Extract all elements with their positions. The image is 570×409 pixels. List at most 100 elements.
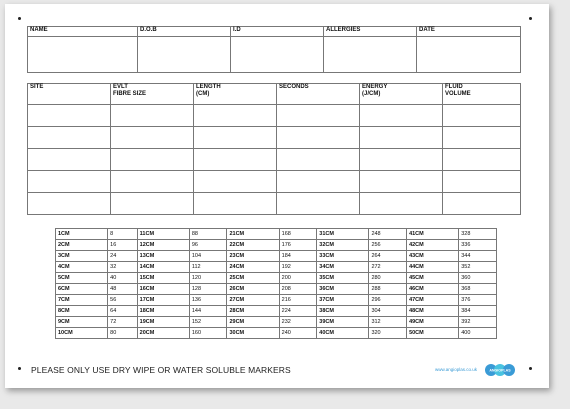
- length-cm-cell: 11CM: [136, 228, 190, 240]
- treatment-cell[interactable]: [276, 170, 360, 193]
- energy-value-cell: 368: [458, 283, 497, 295]
- energy-value-cell: 296: [368, 294, 408, 306]
- energy-value-cell: 216: [278, 294, 318, 306]
- treatment-cell[interactable]: [193, 192, 277, 215]
- energy-value-cell: 184: [278, 250, 318, 262]
- energy-value-cell: 240: [278, 327, 318, 339]
- length-energy-conversion-table: 1CM 8 11CM 88 21CM 168 31CM 248 41CM 328 2CM 16 12CM…: [54, 228, 497, 339]
- energy-value-cell: 80: [107, 327, 138, 339]
- length-cm-cell: 2CM: [54, 239, 109, 251]
- conversion-row: 3CM 24 13CM 104 23CM 184 33CM 264 43CM 344: [54, 250, 497, 262]
- length-cm-cell: 13CM: [136, 250, 190, 262]
- website-link[interactable]: www.angioplas.co.uk: [435, 367, 477, 372]
- treatment-table: SITE EVLT FIBRE SIZE LENGTH (CM) SECONDS ENERG…: [27, 83, 521, 215]
- treatment-row: [27, 104, 521, 127]
- treatment-cell[interactable]: [27, 192, 111, 215]
- treatment-header-line2: (J/CM): [362, 91, 381, 97]
- conversion-row: 8CM 64 18CM 144 28CM 224 38CM 304 48CM 384: [54, 305, 497, 317]
- energy-value-cell: 136: [188, 294, 228, 306]
- treatment-header-line1: FLUID: [445, 84, 463, 90]
- hole-marker-bottom-left: [18, 367, 21, 370]
- energy-value-cell: 72: [107, 316, 138, 328]
- conversion-row: 5CM 40 15CM 120 25CM 200 35CM 280 45CM 360: [54, 272, 497, 284]
- energy-value-cell: 200: [278, 272, 318, 284]
- conversion-row: 4CM 32 14CM 112 24CM 192 34CM 272 44CM 352: [54, 261, 497, 273]
- length-cm-cell: 25CM: [226, 272, 280, 284]
- length-cm-cell: 35CM: [316, 272, 370, 284]
- allergies-cell[interactable]: [323, 36, 417, 73]
- energy-value-cell: 288: [368, 283, 408, 295]
- dob-cell[interactable]: [137, 36, 231, 73]
- length-cm-cell: 5CM: [54, 272, 109, 284]
- energy-value-cell: 144: [188, 305, 228, 317]
- treatment-cell[interactable]: [442, 126, 521, 149]
- treatment-cell[interactable]: [110, 148, 194, 171]
- length-cm-cell: 3CM: [54, 250, 109, 262]
- header-date: DATE: [416, 26, 521, 37]
- whiteboard-sheet: NAME D.O.B I.D ALLERGIES DATE SITE EVLT FI…: [5, 4, 549, 388]
- length-cm-cell: 48CM: [406, 305, 460, 317]
- length-cm-cell: 20CM: [136, 327, 190, 339]
- energy-value-cell: 64: [107, 305, 138, 317]
- date-cell[interactable]: [416, 36, 521, 73]
- conversion-row: 10CM 80 20CM 160 30CM 240 40CM 320 50CM 400: [54, 327, 497, 339]
- treatment-cell[interactable]: [193, 170, 277, 193]
- treatment-cell[interactable]: [359, 170, 443, 193]
- conversion-row: 9CM 72 19CM 152 29CM 232 39CM 312 49CM 392: [54, 316, 497, 328]
- treatment-cell[interactable]: [27, 170, 111, 193]
- header-allergies: ALLERGIES: [323, 26, 417, 37]
- treatment-cell[interactable]: [442, 192, 521, 215]
- length-cm-cell: 43CM: [406, 250, 460, 262]
- treatment-cell[interactable]: [193, 104, 277, 127]
- treatment-cell[interactable]: [276, 192, 360, 215]
- treatment-cell[interactable]: [193, 126, 277, 149]
- treatment-cell[interactable]: [276, 126, 360, 149]
- energy-value-cell: 160: [188, 327, 228, 339]
- treatment-cell[interactable]: [276, 148, 360, 171]
- treatment-cell[interactable]: [442, 104, 521, 127]
- length-cm-cell: 30CM: [226, 327, 280, 339]
- length-cm-cell: 7CM: [54, 294, 109, 306]
- id-cell[interactable]: [230, 36, 324, 73]
- treatment-cell[interactable]: [110, 104, 194, 127]
- treatment-cell[interactable]: [359, 126, 443, 149]
- treatment-header-5: FLUID VOLUME: [442, 83, 521, 105]
- patient-header-row: NAME D.O.B I.D ALLERGIES DATE: [27, 26, 521, 37]
- energy-value-cell: 104: [188, 250, 228, 262]
- length-cm-cell: 14CM: [136, 261, 190, 273]
- length-cm-cell: 42CM: [406, 239, 460, 251]
- treatment-cell[interactable]: [359, 192, 443, 215]
- energy-value-cell: 96: [188, 239, 228, 251]
- conversion-row: 2CM 16 12CM 96 22CM 176 32CM 256 42CM 336: [54, 239, 497, 251]
- treatment-cell[interactable]: [359, 148, 443, 171]
- treatment-cell[interactable]: [442, 170, 521, 193]
- treatment-cell[interactable]: [27, 148, 111, 171]
- energy-value-cell: 256: [368, 239, 408, 251]
- name-cell[interactable]: [27, 36, 138, 73]
- treatment-header-row: SITE EVLT FIBRE SIZE LENGTH (CM) SECONDS ENERG…: [27, 83, 521, 105]
- energy-value-cell: 24: [107, 250, 138, 262]
- length-cm-cell: 50CM: [406, 327, 460, 339]
- energy-value-cell: 16: [107, 239, 138, 251]
- treatment-cell[interactable]: [27, 104, 111, 127]
- length-cm-cell: 6CM: [54, 283, 109, 295]
- length-cm-cell: 36CM: [316, 283, 370, 295]
- treatment-cell[interactable]: [359, 104, 443, 127]
- treatment-cell[interactable]: [110, 126, 194, 149]
- energy-value-cell: 152: [188, 316, 228, 328]
- energy-value-cell: 32: [107, 261, 138, 273]
- energy-value-cell: 392: [458, 316, 497, 328]
- treatment-cell[interactable]: [276, 104, 360, 127]
- length-cm-cell: 34CM: [316, 261, 370, 273]
- treatment-cell[interactable]: [110, 192, 194, 215]
- length-cm-cell: 17CM: [136, 294, 190, 306]
- energy-value-cell: 272: [368, 261, 408, 273]
- energy-value-cell: 128: [188, 283, 228, 295]
- treatment-cell[interactable]: [193, 148, 277, 171]
- treatment-cell[interactable]: [110, 170, 194, 193]
- length-cm-cell: 32CM: [316, 239, 370, 251]
- length-cm-cell: 37CM: [316, 294, 370, 306]
- angioplas-logo: ANGIOPLAS: [485, 364, 515, 376]
- treatment-cell[interactable]: [27, 126, 111, 149]
- treatment-cell[interactable]: [442, 148, 521, 171]
